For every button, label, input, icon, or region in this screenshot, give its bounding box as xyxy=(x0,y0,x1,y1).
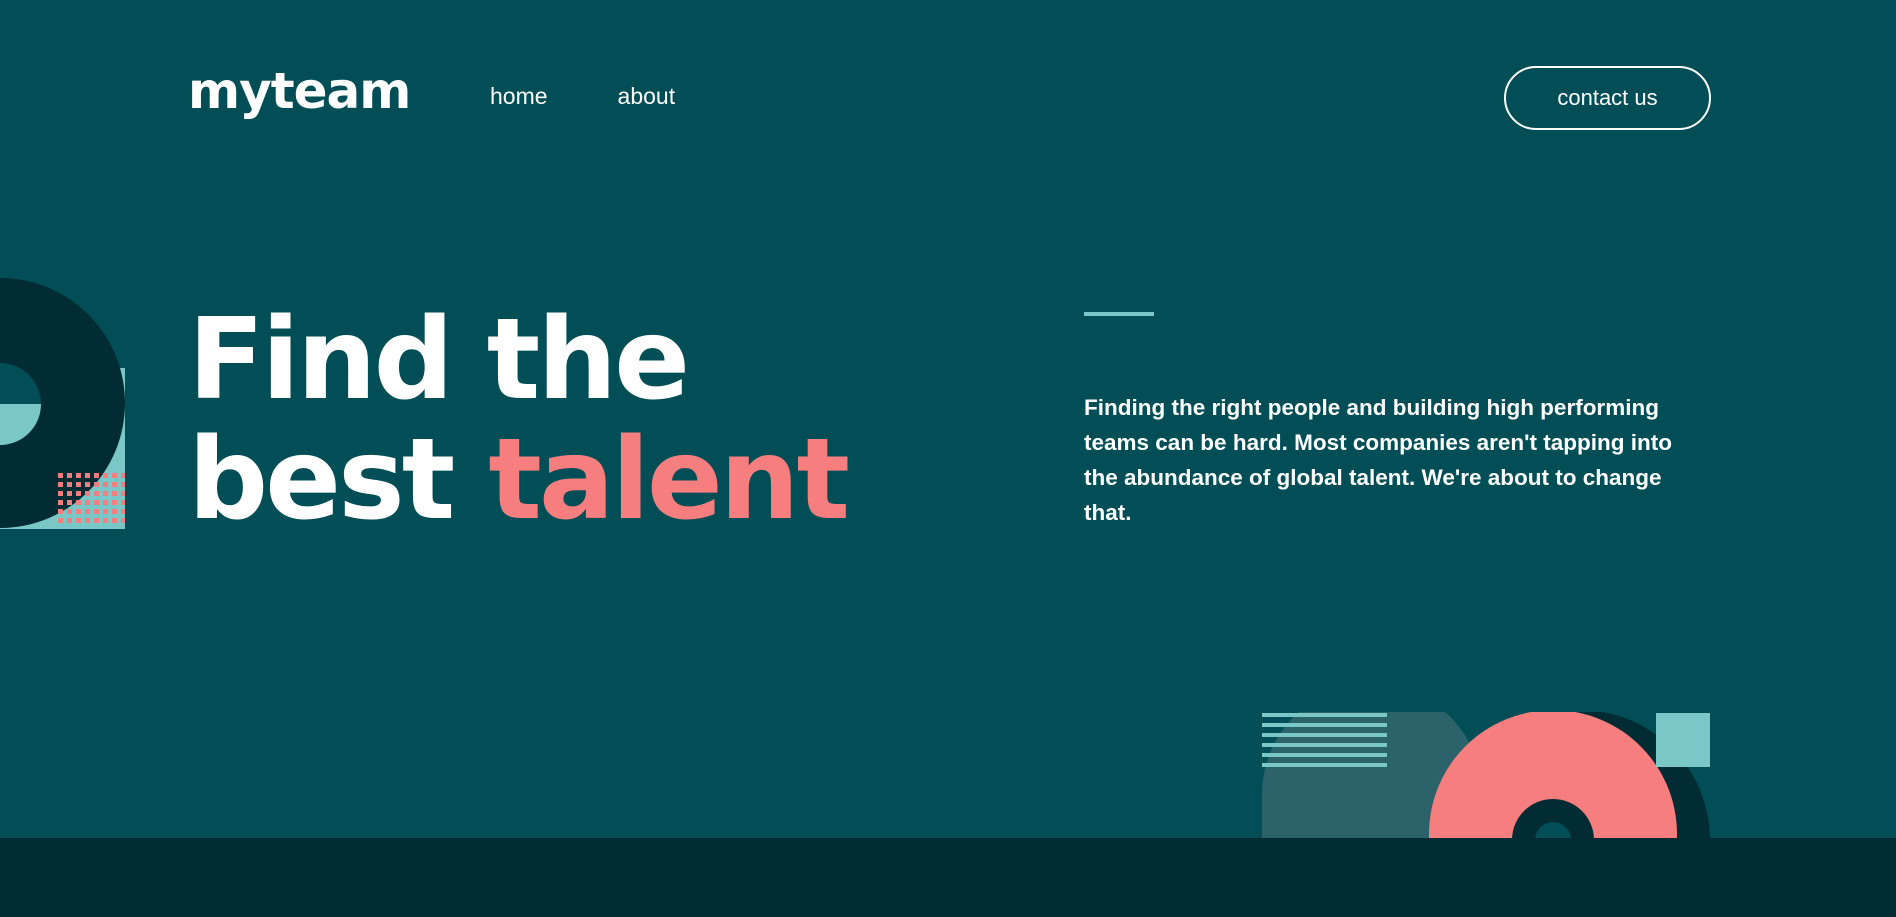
hero-description: Finding the right people and building hi… xyxy=(1084,395,1672,525)
hero-title-accent: talent xyxy=(488,415,850,545)
decorative-shape-right xyxy=(1262,712,1710,840)
footer-band xyxy=(0,838,1896,917)
nav-link-home[interactable]: home xyxy=(490,85,548,108)
hero-title-line1: Find the xyxy=(188,295,690,425)
landing-page: myteam home about contact us Find the be… xyxy=(0,0,1896,917)
accent-divider xyxy=(1084,312,1154,316)
hero-title-line2: best xyxy=(188,415,489,545)
decorative-shape-left xyxy=(0,278,125,529)
main-nav: home about xyxy=(490,85,675,108)
hero-title: Find the best talent xyxy=(188,300,850,540)
teal-square xyxy=(1656,713,1710,767)
logo[interactable]: myteam xyxy=(188,66,411,116)
contact-us-button[interactable]: contact us xyxy=(1504,66,1711,130)
nav-link-about[interactable]: about xyxy=(618,85,676,108)
